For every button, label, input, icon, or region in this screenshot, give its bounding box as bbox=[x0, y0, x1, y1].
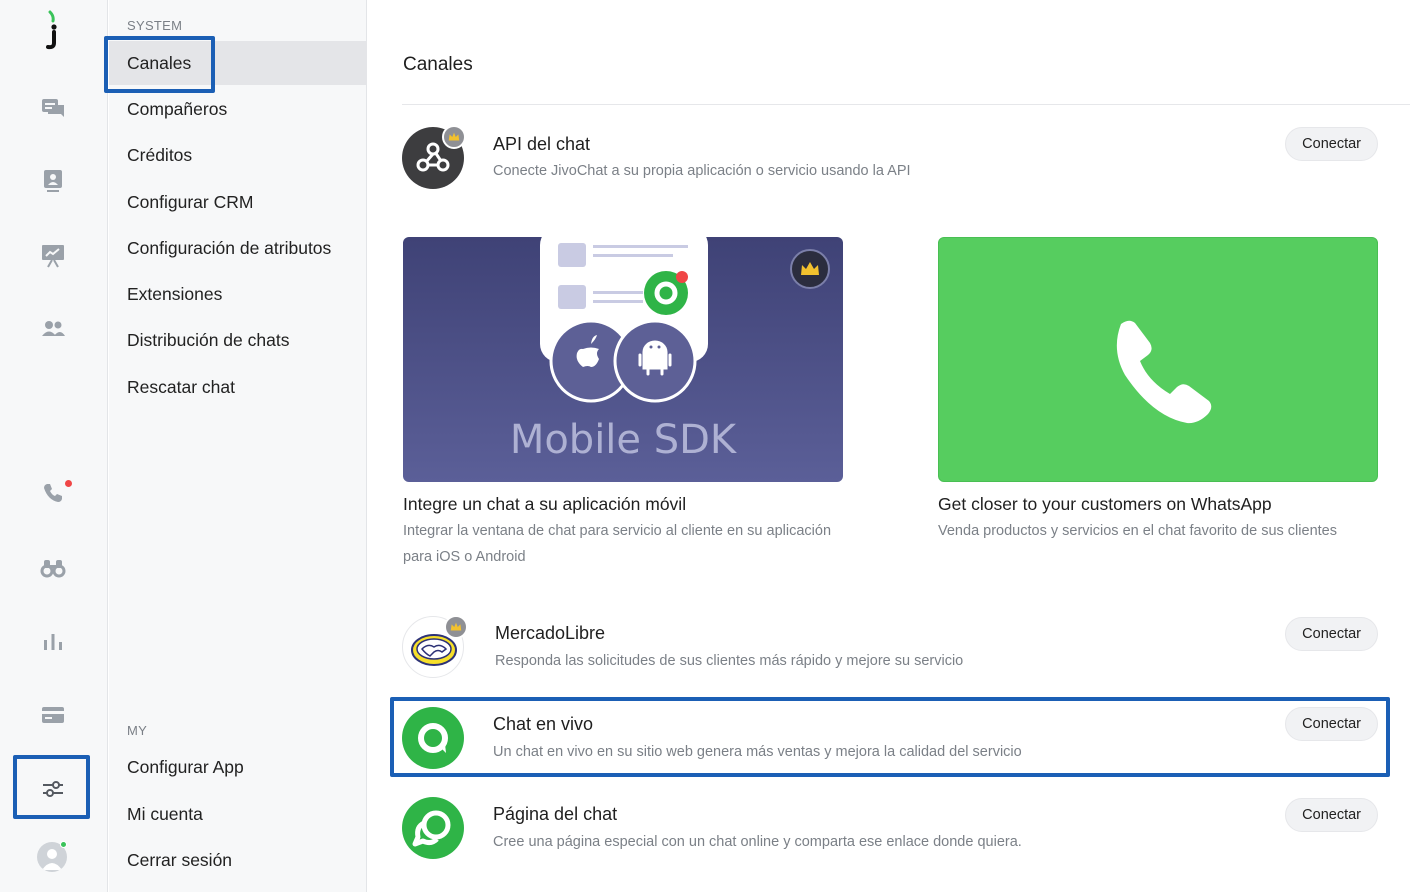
channel-desc: Cree una página especial con un chat onl… bbox=[493, 834, 1022, 850]
reports-icon[interactable] bbox=[28, 230, 78, 280]
whatsapp-card[interactable] bbox=[938, 237, 1378, 482]
menu-item-rescatar-chat[interactable]: Rescatar chat bbox=[109, 365, 367, 409]
chats-icon[interactable] bbox=[28, 84, 78, 134]
logo-icon[interactable] bbox=[38, 10, 68, 52]
menu-item-label: Rescatar chat bbox=[127, 376, 235, 397]
phone-icon[interactable] bbox=[28, 468, 78, 518]
menu-item-configurar-crm[interactable]: Configurar CRM bbox=[109, 180, 367, 224]
section-label-system: SYSTEM bbox=[127, 18, 183, 33]
menu-item-label: Compañeros bbox=[127, 98, 228, 119]
billing-icon[interactable] bbox=[28, 690, 78, 740]
menu-item-mi-cuenta[interactable]: Mi cuenta bbox=[109, 792, 367, 836]
channel-name: API del chat bbox=[493, 134, 591, 154]
connect-chat-page-button[interactable]: Conectar bbox=[1285, 798, 1378, 832]
team-icon[interactable] bbox=[28, 304, 78, 354]
menu-item-label: Cerrar sesión bbox=[127, 849, 233, 870]
connect-api-button[interactable]: Conectar bbox=[1285, 127, 1378, 161]
channel-row-api: API del chat Conecte JivoChat a su propi… bbox=[402, 125, 1378, 191]
menu-item-creditos[interactable]: Créditos bbox=[109, 133, 367, 177]
menu-item-label: Configuración de atributos bbox=[127, 237, 332, 258]
menu-item-label: Configurar App bbox=[127, 756, 244, 777]
page-title: Canales bbox=[403, 54, 473, 75]
crown-icon bbox=[442, 125, 466, 149]
canales-highlight-box bbox=[104, 36, 215, 93]
section-label-my: MY bbox=[127, 723, 148, 738]
binoculars-icon[interactable] bbox=[28, 542, 78, 592]
live-chat-highlight-box bbox=[390, 697, 1390, 777]
menu-item-distribucion-chats[interactable]: Distribución de chats bbox=[109, 318, 367, 362]
channel-row-pagina-chat: Página del chat Cree una página especial… bbox=[402, 797, 1378, 861]
menu-item-label: Configurar CRM bbox=[127, 191, 254, 212]
menu-item-label: Mi cuenta bbox=[127, 803, 203, 824]
menu-item-extensiones[interactable]: Extensiones bbox=[109, 272, 367, 316]
channel-desc: Conecte JivoChat a su propia aplicación … bbox=[493, 163, 911, 179]
channel-desc: Responda las solicitudes de sus clientes… bbox=[495, 653, 964, 669]
crown-icon bbox=[444, 615, 468, 639]
mobile-sdk-image-text: Mobile SDK bbox=[509, 417, 737, 463]
menu-item-configurar-app[interactable]: Configurar App bbox=[109, 745, 367, 789]
settings-menu: SYSTEM Canales Compañeros Créditos Confi… bbox=[109, 0, 367, 892]
visitors-icon[interactable] bbox=[28, 156, 78, 206]
stats-icon[interactable] bbox=[28, 617, 78, 667]
whatsapp-title: Get closer to your customers on WhatsApp bbox=[938, 494, 1272, 514]
mobile-sdk-card[interactable]: Mobile SDK bbox=[403, 237, 843, 482]
menu-item-companeros[interactable]: Compañeros bbox=[109, 87, 367, 131]
menu-item-configuracion-atributos[interactable]: Configuración de atributos bbox=[109, 226, 367, 270]
settings-highlight-box bbox=[13, 755, 90, 819]
whatsapp-desc: Venda productos y servicios en el chat f… bbox=[938, 523, 1337, 539]
online-status-dot bbox=[60, 841, 67, 848]
channel-row-mercadolibre: MercadoLibre Responda las solicitudes de… bbox=[402, 615, 1378, 680]
chat-page-icon bbox=[402, 797, 464, 859]
connect-mercadolibre-button[interactable]: Conectar bbox=[1285, 617, 1378, 651]
phone-notification-dot bbox=[65, 480, 72, 487]
icon-rail bbox=[0, 0, 108, 892]
title-divider bbox=[402, 104, 1410, 105]
mobile-sdk-title: Integre un chat a su aplicación móvil bbox=[403, 494, 687, 514]
menu-item-label: Extensiones bbox=[127, 283, 223, 304]
channel-name: Página del chat bbox=[493, 804, 618, 824]
menu-item-cerrar-sesion[interactable]: Cerrar sesión bbox=[109, 838, 367, 882]
menu-item-label: Distribución de chats bbox=[127, 329, 290, 350]
menu-item-label: Créditos bbox=[127, 144, 193, 165]
mobile-sdk-desc: Integrar la ventana de chat para servici… bbox=[403, 523, 832, 565]
phone-icon bbox=[1116, 320, 1212, 424]
channel-name: MercadoLibre bbox=[495, 623, 606, 643]
